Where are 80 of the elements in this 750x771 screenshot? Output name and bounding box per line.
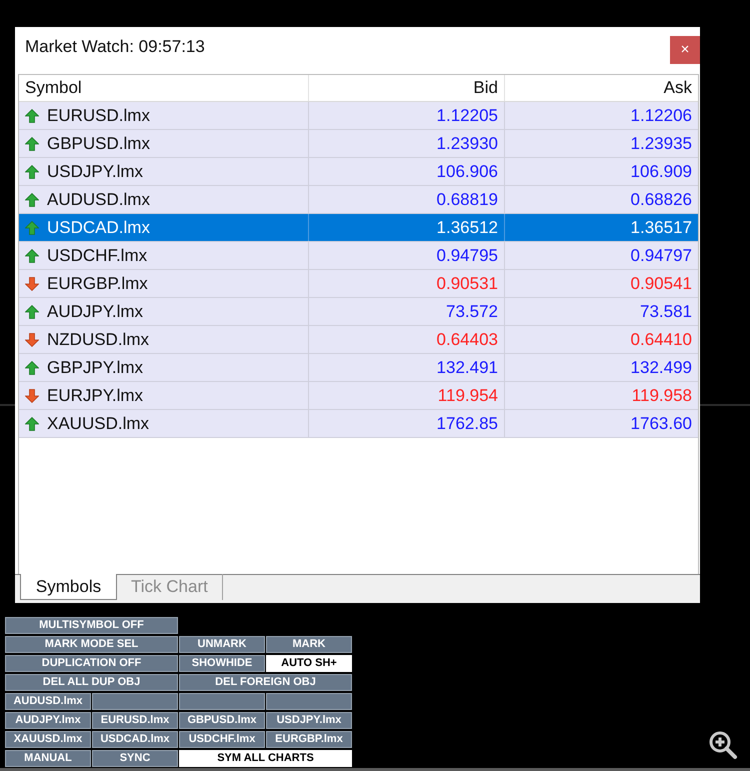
bid-price: 0.94795 (436, 246, 498, 266)
panel-button[interactable]: USDCHF.lmx (179, 731, 265, 748)
ask-price: 0.68826 (630, 190, 692, 210)
ask-price: 1763.60 (630, 414, 692, 434)
bid-price: 119.954 (438, 386, 498, 406)
table-row[interactable]: GBPJPY.lmx 132.491 132.499 (19, 354, 698, 382)
close-button[interactable]: × (670, 36, 700, 64)
symbol-name: AUDJPY.lmx (47, 302, 144, 322)
bid-price: 132.491 (436, 358, 498, 378)
column-header[interactable]: Ask (505, 75, 698, 101)
bid-price: 73.572 (446, 302, 498, 322)
table-row[interactable]: NZDUSD.lmx 0.64403 0.64410 (19, 326, 698, 354)
table-row[interactable]: USDCAD.lmx 1.36512 1.36517 (19, 214, 698, 242)
table-row[interactable]: AUDJPY.lmx 73.572 73.581 (19, 298, 698, 326)
table-row[interactable]: GBPUSD.lmx 1.23930 1.23935 (19, 130, 698, 158)
panel-button[interactable]: XAUUSD.lmx (5, 731, 91, 748)
panel-button[interactable]: EURUSD.lmx (92, 712, 178, 729)
symbol-name: NZDUSD.lmx (47, 330, 149, 350)
tab[interactable]: Tick Chart (117, 574, 223, 600)
symbol-name: USDCAD.lmx (47, 218, 150, 238)
table-row[interactable]: USDJPY.lmx 106.906 106.909 (19, 158, 698, 186)
panel-button[interactable]: AUDUSD.lmx (5, 693, 91, 710)
symbol-name: XAUUSD.lmx (47, 414, 150, 434)
panel-button[interactable]: MULTISYMBOL OFF (5, 617, 178, 634)
ask-price: 1.36517 (630, 218, 692, 238)
symbol-name: GBPJPY.lmx (47, 358, 144, 378)
panel-button[interactable]: MANUAL (5, 750, 91, 767)
table-row[interactable]: EURJPY.lmx 119.954 119.958 (19, 382, 698, 410)
panel-button[interactable]: USDCAD.lmx (92, 731, 178, 748)
table-row[interactable]: USDCHF.lmx 0.94795 0.94797 (19, 242, 698, 270)
panel-button[interactable]: AUDJPY.lmx (5, 712, 91, 729)
panel-button[interactable]: AUTO SH+ (266, 655, 352, 672)
tab[interactable]: Symbols (20, 574, 117, 600)
table-row[interactable]: XAUUSD.lmx 1762.85 1763.60 (19, 410, 698, 438)
table-row[interactable]: EURGBP.lmx 0.90531 0.90541 (19, 270, 698, 298)
blank-button[interactable] (266, 693, 352, 710)
bid-price: 0.64403 (436, 330, 498, 350)
panel-button[interactable]: MARK (266, 636, 352, 653)
symbol-name: USDCHF.lmx (47, 246, 148, 266)
ask-price: 106.909 (630, 162, 692, 182)
blank-button[interactable] (92, 693, 178, 710)
ask-price: 0.64410 (630, 330, 692, 350)
column-header[interactable]: Bid (309, 75, 505, 101)
panel-button[interactable]: DEL FOREIGN OBJ (179, 674, 352, 691)
panel-button[interactable]: EURGBP.lmx (266, 731, 352, 748)
panel-button[interactable]: SYNC (92, 750, 178, 767)
bid-price: 1.23930 (436, 134, 498, 154)
panel-button[interactable]: GBPUSD.lmx (179, 712, 265, 729)
bid-price: 106.906 (436, 162, 498, 182)
window-title: Market Watch: 09:57:13 (25, 37, 205, 57)
table-row[interactable]: EURUSD.lmx 1.12205 1.12206 (19, 102, 698, 130)
ask-price: 132.499 (630, 358, 692, 378)
symbol-name: EURUSD.lmx (47, 106, 150, 126)
panel-button[interactable]: DUPLICATION OFF (5, 655, 178, 672)
bid-price: 1.36512 (436, 218, 498, 238)
bid-price: 1762.85 (436, 414, 498, 434)
symbol-name: GBPUSD.lmx (47, 134, 150, 154)
panel-button[interactable]: SHOWHIDE (179, 655, 265, 672)
blank-button[interactable] (179, 693, 265, 710)
zoom-in-icon[interactable] (708, 730, 738, 760)
panel-button[interactable]: UNMARK (179, 636, 265, 653)
column-header[interactable]: Symbol (19, 75, 309, 101)
symbol-name: EURJPY.lmx (47, 386, 144, 406)
symbol-name: AUDUSD.lmx (47, 190, 150, 210)
panel-button[interactable]: DEL ALL DUP OBJ (5, 674, 178, 691)
ask-price: 73.581 (640, 302, 692, 322)
symbol-name: USDJPY.lmx (47, 162, 144, 182)
panel-button[interactable]: SYM ALL CHARTS (179, 750, 352, 767)
symbol-name: EURGBP.lmx (47, 274, 148, 294)
panel-button[interactable]: USDJPY.lmx (266, 712, 352, 729)
ask-price: 1.23935 (630, 134, 692, 154)
bid-price: 0.68819 (436, 190, 498, 210)
ask-price: 119.958 (632, 386, 692, 406)
table-row[interactable]: AUDUSD.lmx 0.68819 0.68826 (19, 186, 698, 214)
panel-button[interactable]: MARK MODE SEL (5, 636, 178, 653)
ask-price: 1.12206 (630, 106, 692, 126)
ask-price: 0.90541 (630, 274, 692, 294)
bid-price: 1.12205 (436, 106, 498, 126)
bid-price: 0.90531 (436, 274, 498, 294)
ask-price: 0.94797 (630, 246, 692, 266)
